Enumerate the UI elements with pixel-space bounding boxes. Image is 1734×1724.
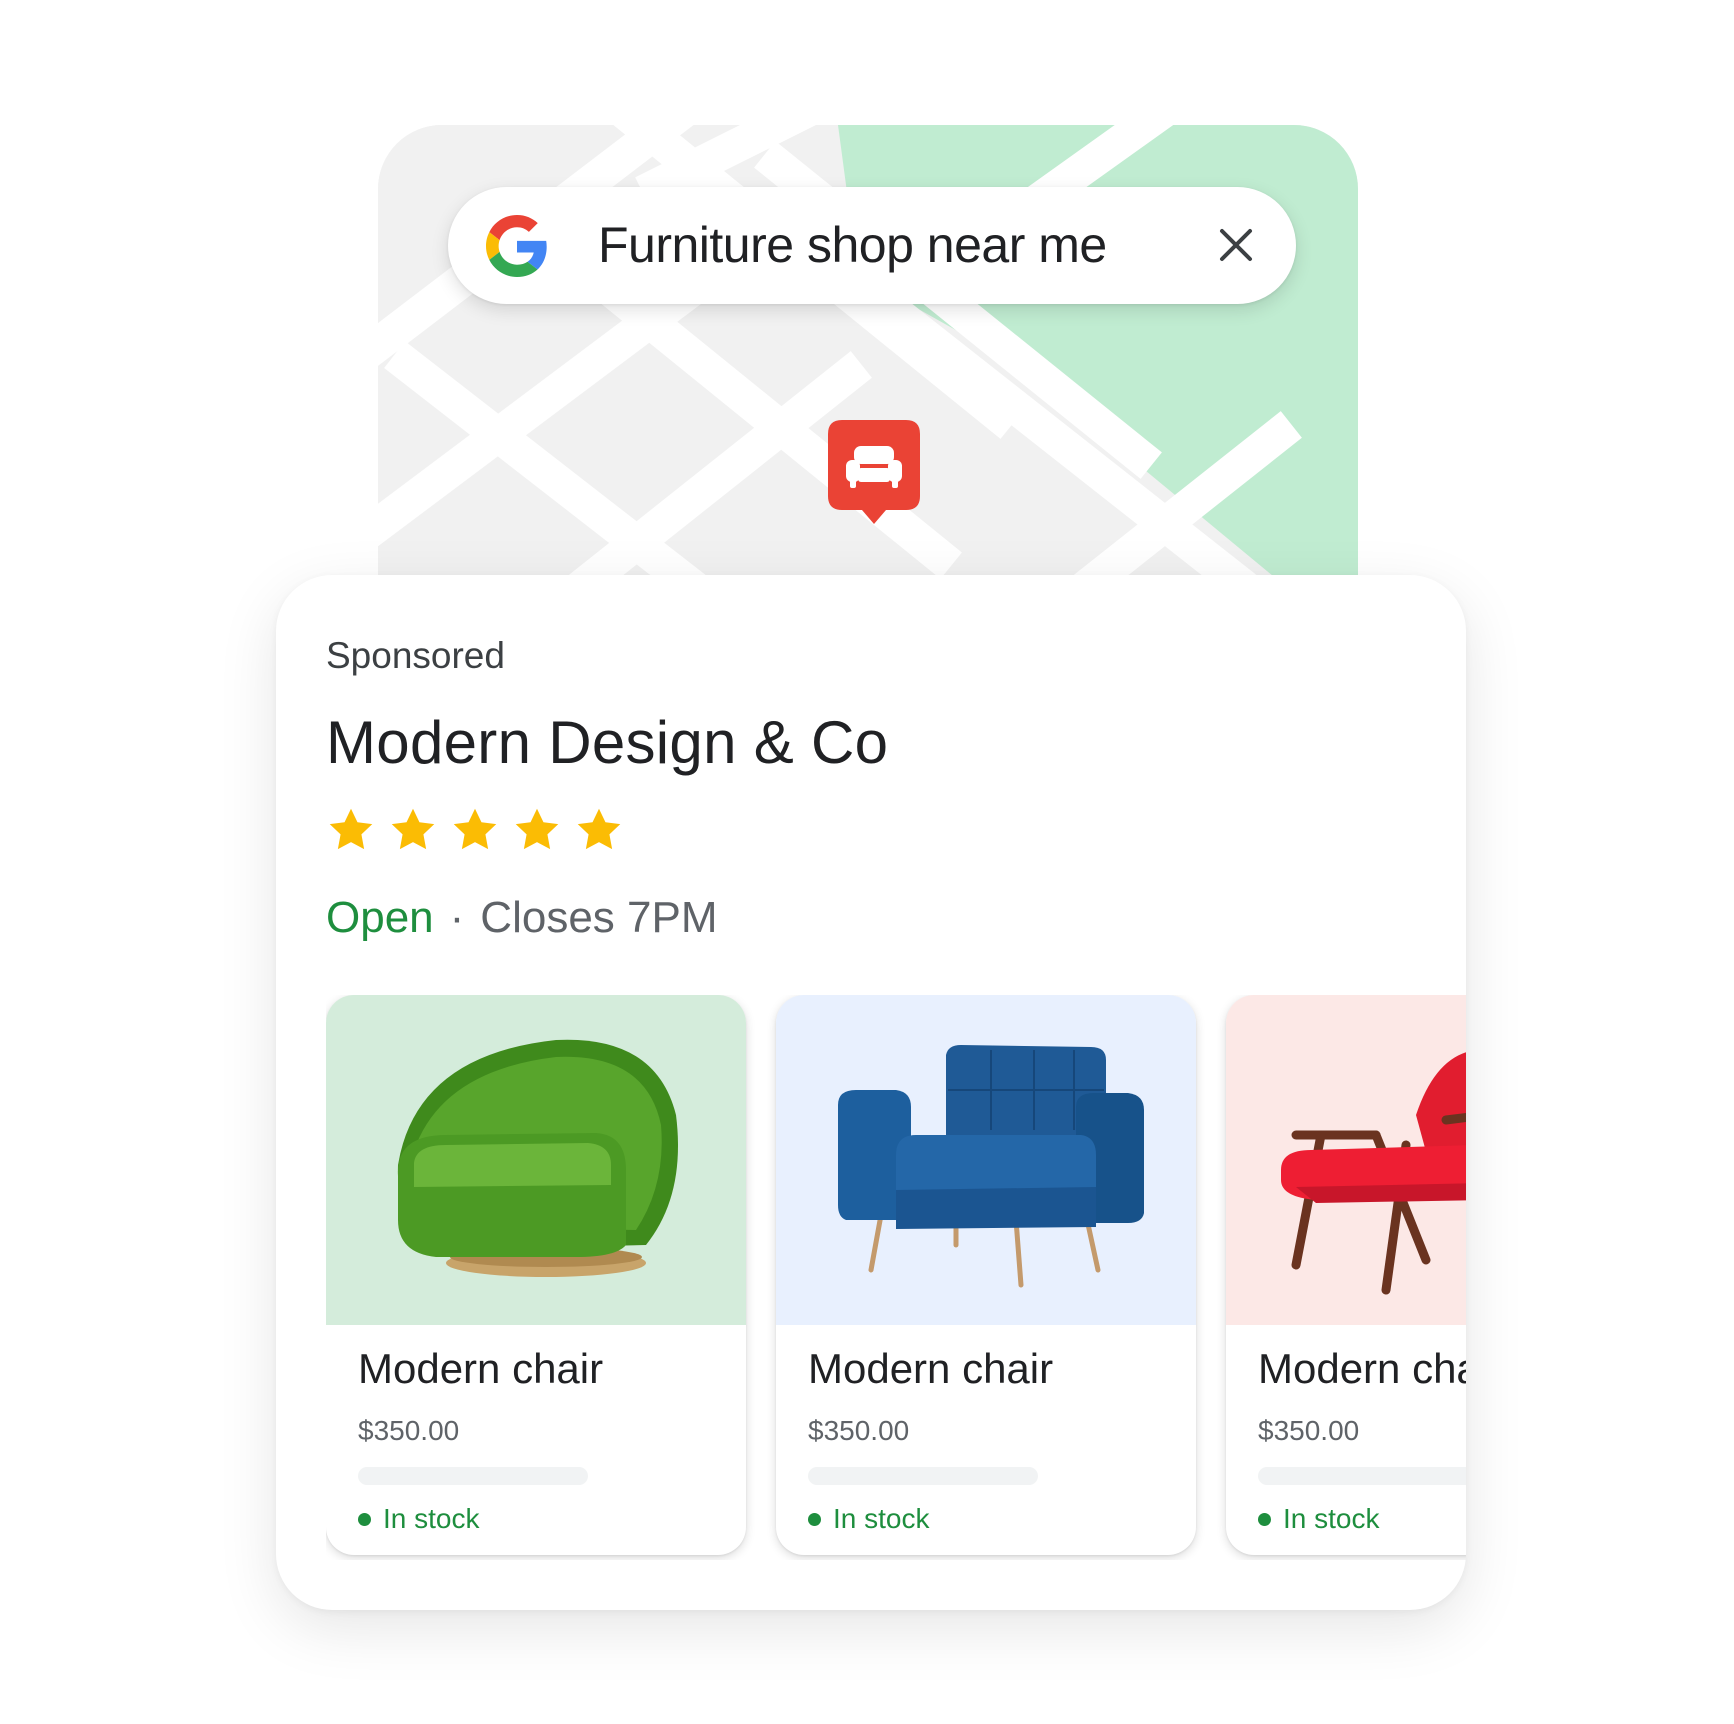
- placeholder-bar: [808, 1467, 1038, 1485]
- product-card[interactable]: Modern chair $350.00 In stock: [776, 995, 1196, 1555]
- armchair-store-pin-icon[interactable]: [828, 420, 920, 526]
- product-card[interactable]: Modern chair $350.00 In stock: [1226, 995, 1466, 1555]
- stock-label: In stock: [383, 1503, 480, 1534]
- product-image-green-armchair: [326, 995, 746, 1325]
- map-panel[interactable]: Furniture shop near me: [378, 125, 1358, 605]
- star-icon: [391, 808, 435, 850]
- star-icon: [329, 808, 373, 850]
- search-bar[interactable]: Furniture shop near me: [448, 187, 1296, 304]
- star-icon: [577, 808, 621, 850]
- search-query-text[interactable]: Furniture shop near me: [598, 215, 1107, 275]
- stock-status: In stock: [1258, 1503, 1379, 1535]
- google-g-icon: [486, 215, 547, 277]
- placeholder-bar: [1258, 1467, 1466, 1485]
- stock-label: In stock: [833, 1503, 930, 1534]
- sponsored-label: Sponsored: [326, 635, 505, 676]
- product-card[interactable]: Modern chair $350.00 In stock: [326, 995, 746, 1555]
- product-image-blue-armchair: [776, 995, 1196, 1325]
- stock-status: In stock: [808, 1503, 929, 1535]
- product-name: Modern chair: [808, 1345, 1054, 1392]
- rating-stars: [326, 805, 624, 855]
- closing-time: Closes 7PM: [480, 893, 718, 942]
- product-name: Modern chair: [1258, 1345, 1466, 1392]
- star-icon: [515, 808, 559, 850]
- stock-label: In stock: [1283, 1503, 1380, 1534]
- in-stock-dot-icon: [808, 1512, 821, 1526]
- in-stock-dot-icon: [358, 1512, 371, 1526]
- in-stock-dot-icon: [1258, 1512, 1271, 1526]
- open-status: Open: [326, 893, 434, 942]
- placeholder-bar: [358, 1467, 588, 1485]
- product-carousel[interactable]: Modern chair $350.00 In stock Modern cha…: [326, 995, 1466, 1560]
- product-price: $350.00: [808, 1415, 910, 1446]
- product-name: Modern chair: [358, 1345, 604, 1392]
- stock-status: In stock: [358, 1503, 479, 1535]
- product-image-red-lounge-chair: [1226, 995, 1466, 1325]
- business-listing-card[interactable]: Sponsored Modern Design & Co Open · Closes…: [276, 575, 1466, 1610]
- product-price: $350.00: [358, 1415, 460, 1446]
- business-name[interactable]: Modern Design & Co: [326, 708, 888, 777]
- close-icon[interactable]: [1208, 217, 1264, 273]
- product-price: $350.00: [1258, 1415, 1360, 1446]
- star-icon: [453, 808, 497, 850]
- opening-hours: Open · Closes 7PM: [326, 893, 717, 943]
- separator-dot: ·: [449, 893, 465, 942]
